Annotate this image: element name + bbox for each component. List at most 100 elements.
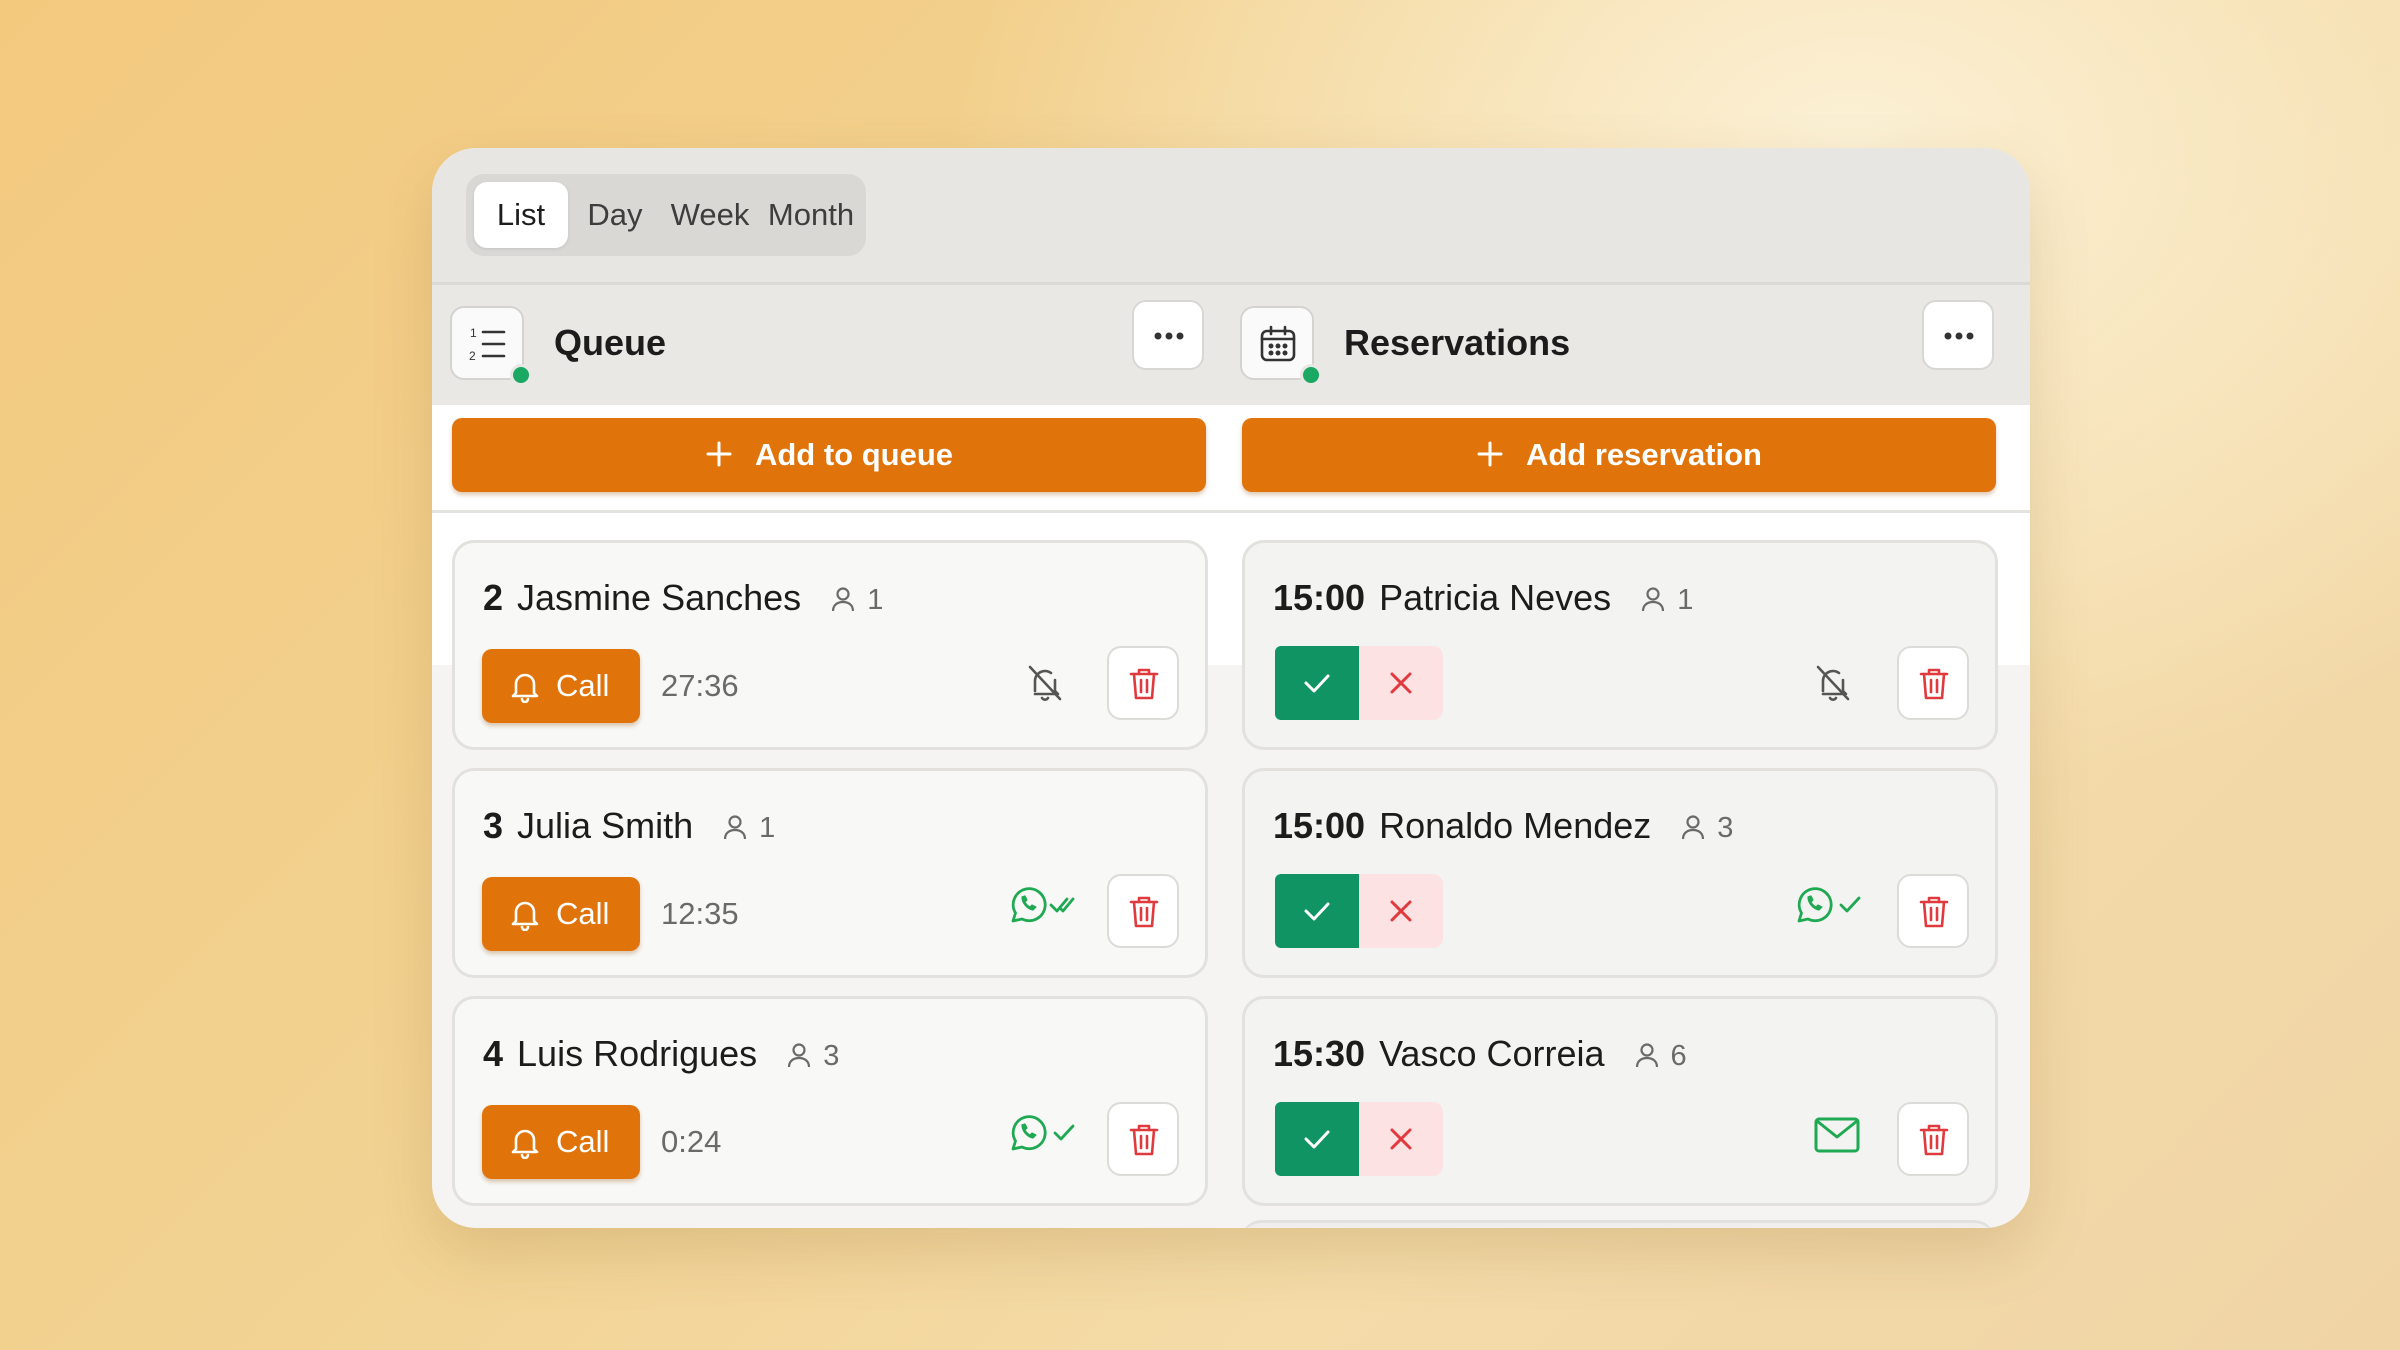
person-icon	[1635, 1043, 1658, 1067]
queue-card: 4 Luis Rodrigues 3 Call 0:24	[452, 996, 1208, 1206]
tab-list[interactable]: List	[474, 182, 568, 248]
party-count: 6	[1670, 1040, 1687, 1073]
wait-time: 27:36	[661, 668, 739, 703]
party-count: 1	[867, 584, 884, 617]
plus-icon	[1477, 441, 1503, 467]
more-icon	[1154, 332, 1184, 340]
queue-more-button[interactable]	[1132, 300, 1204, 370]
more-icon	[1944, 332, 1974, 340]
party-count: 1	[759, 812, 776, 845]
add-to-queue-label: Add to queue	[754, 437, 954, 472]
delete-button[interactable]	[1107, 1102, 1179, 1176]
reservation-card: 15:30 Vasco Correia 6	[1242, 996, 1998, 1206]
reservation-card-title: 15:30 Vasco Correia 6	[1273, 1029, 1687, 1081]
party-size: 6	[1635, 1031, 1687, 1081]
reservation-card: 15:00 Ronaldo Mendez 3	[1242, 768, 1998, 978]
next-reservation-card-peek	[1240, 1220, 1996, 1228]
person-icon	[1642, 587, 1665, 611]
whatsapp-sent-icon	[1797, 887, 1861, 923]
customer-name: Patricia Neves	[1379, 577, 1612, 618]
add-reservation-button[interactable]: Add reservation	[1242, 418, 1996, 492]
call-button[interactable]: Call	[482, 877, 640, 951]
reservations-title: Reservations	[1344, 322, 1571, 363]
close-icon	[1390, 900, 1412, 922]
party-count: 3	[823, 1040, 840, 1073]
bell-off-icon[interactable]	[1025, 663, 1065, 703]
trash-icon	[1919, 896, 1949, 928]
customer-name: Luis Rodrigues	[517, 1033, 758, 1074]
party-size: 1	[723, 803, 775, 853]
whatsapp-sent-icon	[1011, 1115, 1075, 1151]
queue-header	[432, 285, 1222, 405]
trash-icon	[1919, 668, 1949, 700]
reservation-card: 15:00 Patricia Neves 1	[1242, 540, 1998, 750]
customer-name: Vasco Correia	[1379, 1033, 1605, 1074]
confirm-button[interactable]	[1275, 646, 1359, 720]
svg-text:2: 2	[469, 349, 476, 363]
plus-icon	[706, 441, 732, 467]
party-size: 3	[1681, 803, 1733, 853]
bell-off-icon[interactable]	[1813, 663, 1853, 703]
queue-position: 3	[483, 805, 504, 846]
check-icon	[1304, 674, 1330, 693]
party-size: 1	[1641, 575, 1693, 625]
trash-icon	[1129, 1124, 1159, 1156]
person-icon	[1682, 815, 1705, 839]
call-button[interactable]: Call	[482, 649, 640, 723]
reservations-online-dot	[1300, 364, 1322, 386]
tab-day[interactable]: Day	[572, 182, 658, 248]
close-icon	[1390, 1128, 1412, 1150]
queue-card: 2 Jasmine Sanches 1 Call 27:36	[452, 540, 1208, 750]
delete-button[interactable]	[1897, 874, 1969, 948]
scheduler-window: List Day Week Month 1 2 Queue Reservatio…	[432, 148, 2030, 1228]
queue-position: 2	[483, 577, 504, 618]
party-size: 1	[831, 575, 883, 625]
trash-icon	[1129, 668, 1159, 700]
delete-button[interactable]	[1897, 1102, 1969, 1176]
add-reservation-label: Add reservation	[1525, 437, 1762, 472]
person-icon	[788, 1043, 811, 1067]
bell-icon	[511, 673, 539, 703]
customer-name: Julia Smith	[517, 805, 694, 846]
queue-card-title: 4 Luis Rodrigues 3	[483, 1029, 839, 1081]
party-count: 3	[1717, 812, 1734, 845]
bell-icon	[511, 1129, 539, 1159]
view-switcher: List Day Week Month	[466, 174, 866, 256]
reservation-time: 15:30	[1273, 1033, 1366, 1074]
reservation-card-title: 15:00 Patricia Neves 1	[1273, 573, 1693, 625]
wait-time: 0:24	[661, 1124, 722, 1159]
party-size: 3	[787, 1031, 839, 1081]
delete-button[interactable]	[1107, 646, 1179, 720]
decline-button[interactable]	[1359, 646, 1443, 720]
confirm-button[interactable]	[1275, 874, 1359, 948]
tab-month[interactable]: Month	[762, 182, 860, 248]
queue-online-dot	[510, 364, 532, 386]
person-icon	[724, 815, 747, 839]
divider	[432, 510, 2030, 513]
check-icon	[1304, 902, 1330, 921]
trash-icon	[1129, 896, 1159, 928]
svg-text:1: 1	[470, 326, 477, 340]
tab-week[interactable]: Week	[662, 182, 758, 248]
queue-card-title: 3 Julia Smith 1	[483, 801, 775, 853]
queue-title: Queue	[554, 322, 667, 363]
call-label: Call	[556, 896, 610, 931]
decline-button[interactable]	[1359, 874, 1443, 948]
trash-icon	[1919, 1124, 1949, 1156]
person-icon	[832, 587, 855, 611]
reservations-more-button[interactable]	[1922, 300, 1994, 370]
delete-button[interactable]	[1897, 646, 1969, 720]
check-icon	[1304, 1130, 1330, 1149]
call-label: Call	[556, 1124, 610, 1159]
customer-name: Jasmine Sanches	[517, 577, 802, 618]
queue-card: 3 Julia Smith 1 Call 12:35	[452, 768, 1208, 978]
reservation-card-title: 15:00 Ronaldo Mendez 3	[1273, 801, 1733, 853]
add-to-queue-button[interactable]: Add to queue	[452, 418, 1206, 492]
party-count: 1	[1677, 584, 1694, 617]
email-icon	[1814, 1117, 1860, 1153]
delete-button[interactable]	[1107, 874, 1179, 948]
call-button[interactable]: Call	[482, 1105, 640, 1179]
reservation-time: 15:00	[1273, 577, 1366, 618]
decline-button[interactable]	[1359, 1102, 1443, 1176]
confirm-button[interactable]	[1275, 1102, 1359, 1176]
